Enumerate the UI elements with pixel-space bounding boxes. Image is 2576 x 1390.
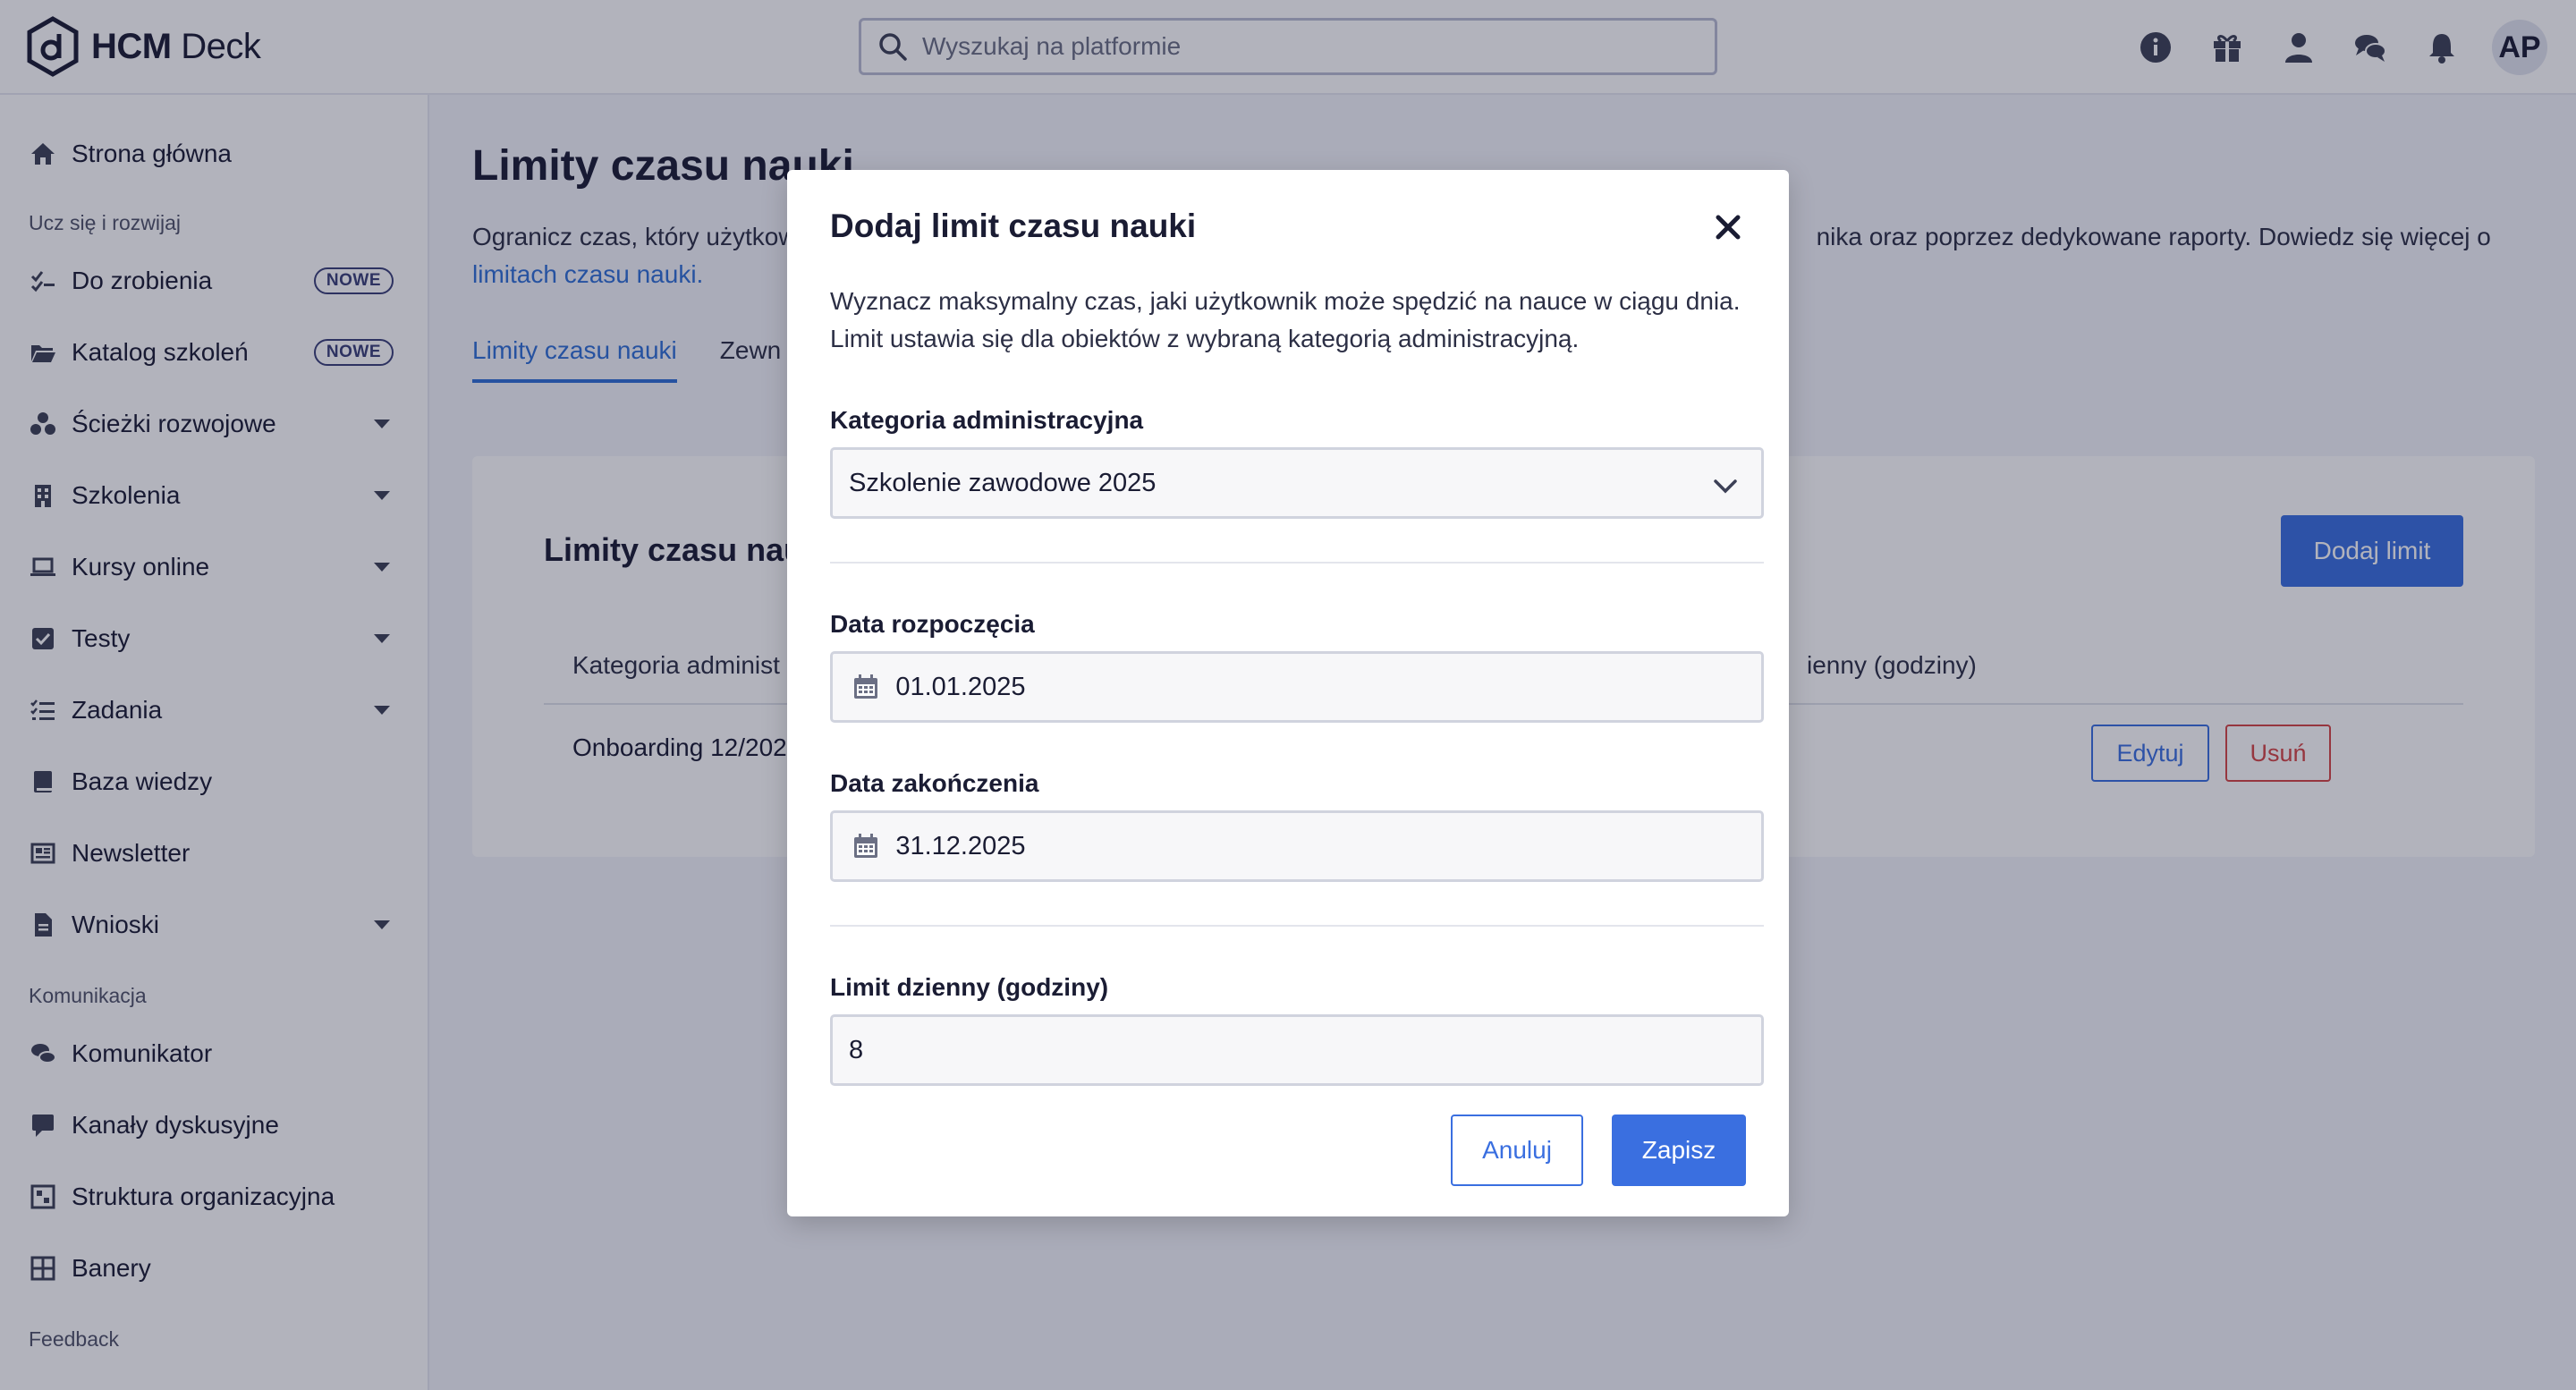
category-select[interactable]: Szkolenie zawodowe 2025 xyxy=(830,447,1764,519)
end-date-input[interactable] xyxy=(879,831,1761,861)
close-icon[interactable] xyxy=(1710,209,1746,245)
start-date-label: Data rozpoczęcia xyxy=(830,610,1035,638)
end-date-field[interactable] xyxy=(830,810,1764,882)
start-date-input[interactable] xyxy=(879,672,1761,702)
divider xyxy=(830,925,1764,927)
daily-limit-field[interactable] xyxy=(830,1014,1764,1086)
dialog-title: Dodaj limit czasu nauki xyxy=(830,208,1197,244)
category-label: Kategoria administracyjna xyxy=(830,406,1144,434)
daily-limit-input[interactable] xyxy=(833,1035,1761,1065)
calendar-icon xyxy=(852,832,879,860)
chevron-down-icon xyxy=(1714,479,1737,494)
save-button[interactable]: Zapisz xyxy=(1612,1115,1746,1186)
category-selected-value: Szkolenie zawodowe 2025 xyxy=(849,468,1157,497)
end-date-label: Data zakończenia xyxy=(830,769,1039,797)
start-date-field[interactable] xyxy=(830,651,1764,723)
daily-limit-label: Limit dzienny (godziny) xyxy=(830,973,1109,1001)
add-limit-dialog: Dodaj limit czasu nauki Wyznacz maksymal… xyxy=(787,170,1789,1216)
cancel-button[interactable]: Anuluj xyxy=(1451,1115,1583,1186)
calendar-icon xyxy=(852,673,879,701)
dialog-description: Wyznacz maksymalny czas, jaki użytkownik… xyxy=(830,287,1741,352)
divider xyxy=(830,562,1764,564)
